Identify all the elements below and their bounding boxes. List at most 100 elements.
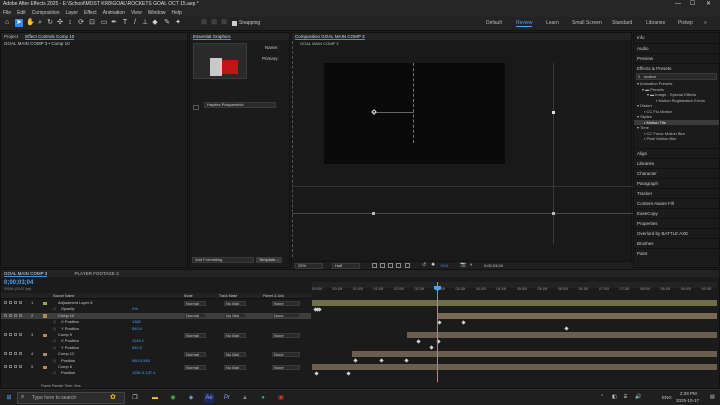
spotify-icon[interactable]: ● bbox=[258, 393, 268, 403]
track-matte-dropdown[interactable]: No Mat bbox=[224, 364, 246, 370]
tab-goal-main-comp[interactable]: GOAL MAIN COMP 3 bbox=[4, 271, 48, 277]
layer-label-color[interactable] bbox=[43, 352, 47, 357]
property-value[interactable]: 0% bbox=[132, 306, 138, 312]
paragraph-panel-tab[interactable]: Paragraph bbox=[634, 177, 719, 188]
keyframe-nav-icon[interactable]: ◇ bbox=[53, 370, 56, 376]
notifications-icon[interactable]: ▤ bbox=[710, 394, 715, 400]
clone-tool-icon[interactable]: ⊥ bbox=[141, 19, 149, 27]
keyframe-marker[interactable] bbox=[429, 345, 434, 350]
file-explorer-icon[interactable]: ▬ bbox=[150, 393, 160, 403]
keyframe-marker[interactable] bbox=[353, 358, 358, 363]
dolly-tool-icon[interactable]: ↕ bbox=[66, 19, 74, 27]
property-row[interactable]: ◇ Position 960.0,540 bbox=[1, 358, 311, 364]
solo-toggle[interactable] bbox=[193, 105, 199, 110]
track-matte-dropdown[interactable]: No Mat bbox=[224, 351, 246, 357]
keyframe-nav-icon[interactable]: ◇ bbox=[53, 358, 56, 364]
preview-panel-tab[interactable]: Preview bbox=[634, 53, 719, 63]
parent-dropdown[interactable]: None bbox=[272, 300, 300, 306]
layer-label-color[interactable] bbox=[43, 333, 47, 337]
menu-composition[interactable]: Composition bbox=[32, 9, 60, 17]
align-panel-tab[interactable]: Align bbox=[634, 147, 719, 158]
workspace-default[interactable]: Default bbox=[486, 20, 502, 26]
mode-dropdown[interactable]: Normal bbox=[184, 332, 206, 338]
layer-label-color[interactable] bbox=[43, 301, 47, 305]
header-mode[interactable]: Mode bbox=[184, 293, 193, 299]
layer-row[interactable]: 5 Comp 6 Normal No Mat None bbox=[1, 364, 311, 370]
keyframe-marker[interactable] bbox=[317, 307, 322, 312]
paint-panel-tab[interactable]: Paint bbox=[634, 247, 719, 258]
track-matte-dropdown[interactable]: No Mat bbox=[224, 300, 246, 306]
layer-duration-bar[interactable] bbox=[312, 364, 717, 371]
keyframe-nav-icon[interactable]: ◇ bbox=[53, 326, 56, 332]
transparency-grid-icon[interactable] bbox=[380, 263, 385, 268]
property-value[interactable]: 960.0,540 bbox=[132, 358, 150, 364]
template-button[interactable]: Template... bbox=[256, 257, 282, 263]
keyframe-nav-icon[interactable]: ◇ bbox=[53, 306, 56, 312]
header-source[interactable]: Source Name bbox=[53, 293, 74, 299]
after-effects-icon[interactable]: Ae bbox=[204, 393, 214, 403]
menu-effect[interactable]: Effect bbox=[84, 9, 97, 17]
workspace-libraries[interactable]: Libraries bbox=[646, 20, 665, 26]
tray-chevron-icon[interactable]: ⌃ bbox=[600, 394, 604, 400]
keyframe-marker[interactable] bbox=[346, 371, 351, 376]
layer-name[interactable]: Comp 12 bbox=[58, 351, 74, 357]
selection-tool-icon[interactable]: ➤ bbox=[15, 19, 23, 27]
property-value[interactable]: 1362 bbox=[132, 319, 141, 325]
home-icon[interactable]: ⌂ bbox=[3, 19, 11, 27]
property-row[interactable]: ◇ Opacity 0% bbox=[1, 306, 311, 312]
roto-brush-tool-icon[interactable]: ✎ bbox=[163, 19, 171, 27]
premiere-icon[interactable]: Pr bbox=[222, 393, 232, 403]
layer-label-color[interactable] bbox=[43, 314, 47, 318]
menu-window[interactable]: Window bbox=[148, 9, 166, 17]
volume-icon[interactable]: 🔊 bbox=[635, 394, 641, 400]
parent-dropdown[interactable]: None bbox=[272, 364, 300, 370]
position-handle-bottom-left[interactable] bbox=[372, 212, 375, 215]
playhead[interactable] bbox=[437, 282, 438, 382]
local-axis-icon[interactable]: ⊞ bbox=[200, 19, 208, 27]
close-button[interactable]: ✕ bbox=[706, 0, 711, 9]
snapping-checkbox[interactable] bbox=[232, 21, 237, 26]
comp-subtab[interactable]: GOAL MAIN COMP 3 bbox=[300, 41, 338, 46]
header-parent[interactable]: Parent & Link bbox=[263, 293, 284, 299]
mode-dropdown[interactable]: Normal bbox=[184, 313, 206, 319]
exposure-value[interactable]: +0.0 bbox=[440, 263, 448, 268]
layer-row[interactable]: 1 Adjustment Layer 8 Normal No Mat None bbox=[1, 300, 311, 306]
effects-search-input[interactable]: ⌕ motion bbox=[636, 73, 717, 80]
layer-name[interactable]: Comp 10 bbox=[58, 313, 74, 319]
menu-help[interactable]: Help bbox=[171, 9, 181, 17]
workspace-standard[interactable]: Standard bbox=[612, 20, 632, 26]
exposure-icon[interactable]: ✹ bbox=[431, 262, 435, 268]
layer-row[interactable]: 4 Comp 12 Normal No Mat None bbox=[1, 351, 311, 357]
pan-tool-icon[interactable]: ✣ bbox=[56, 19, 64, 27]
region-of-interest-icon[interactable] bbox=[372, 263, 377, 268]
position-handle-bottom-right[interactable] bbox=[552, 212, 555, 215]
layer-duration-bar[interactable] bbox=[312, 300, 717, 307]
keyframe-marker[interactable] bbox=[461, 320, 466, 325]
exposure-reset-icon[interactable]: ↺ bbox=[422, 262, 426, 268]
keyframe-marker[interactable] bbox=[379, 358, 384, 363]
workspace-menu-icon[interactable]: » bbox=[704, 20, 707, 26]
tracker-panel-tab[interactable]: Tracker bbox=[634, 187, 719, 198]
layer-name[interactable]: Adjustment Layer 8 bbox=[58, 300, 92, 306]
windows-start-icon[interactable]: ⊞ bbox=[4, 393, 14, 403]
track-matte-dropdown[interactable]: No Mat bbox=[224, 313, 246, 319]
pan-behind-tool-icon[interactable]: ⊡ bbox=[88, 19, 96, 27]
easecopy-panel-tab[interactable]: EaseCopy bbox=[634, 207, 719, 218]
hand-tool-icon[interactable]: ✋ bbox=[26, 19, 35, 27]
parent-dropdown[interactable]: None bbox=[272, 332, 300, 338]
property-row[interactable]: ◇ Position 1261.0,137.4 bbox=[1, 370, 311, 376]
network-icon[interactable]: ⌸ bbox=[624, 394, 627, 400]
header-track-matte[interactable]: Track Matte bbox=[219, 293, 237, 299]
add-formatting-dropdown[interactable]: Add Formatting bbox=[192, 257, 254, 263]
view-axis-icon[interactable]: ⊞ bbox=[220, 19, 228, 27]
property-value[interactable]: 540.0 bbox=[132, 326, 142, 332]
layer-duration-bar[interactable] bbox=[437, 312, 717, 320]
layer-duration-bar[interactable] bbox=[407, 332, 717, 339]
keyframe-nav-icon[interactable]: ◇ bbox=[53, 319, 56, 325]
mask-visibility-icon[interactable] bbox=[388, 263, 393, 268]
keyframe-nav-icon[interactable]: ◇ bbox=[53, 338, 56, 344]
minimize-button[interactable]: — bbox=[675, 0, 681, 9]
libraries-panel-tab[interactable]: Libraries bbox=[634, 157, 719, 168]
workspace-learn[interactable]: Learn bbox=[546, 20, 559, 26]
layer-switches[interactable] bbox=[4, 333, 22, 336]
